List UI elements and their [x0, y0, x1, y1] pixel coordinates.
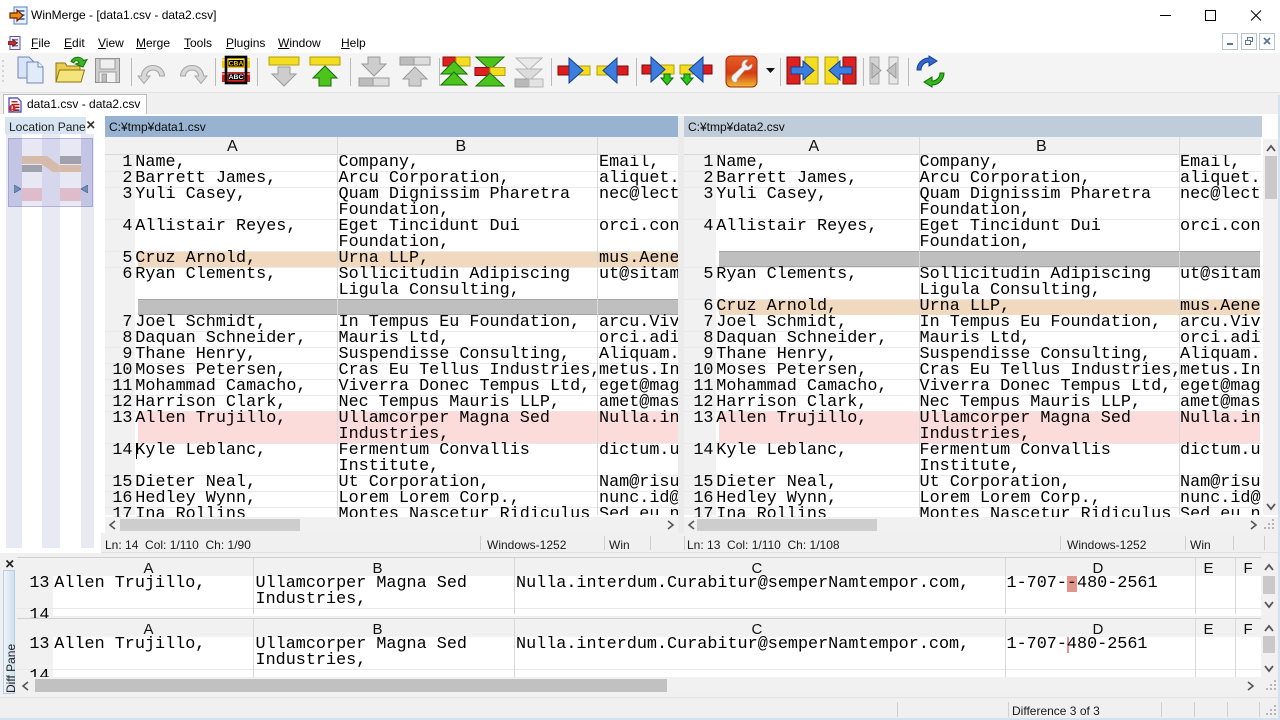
svg-text:ABC: ABC	[229, 74, 244, 81]
svg-text:CBA: CBA	[229, 61, 244, 68]
